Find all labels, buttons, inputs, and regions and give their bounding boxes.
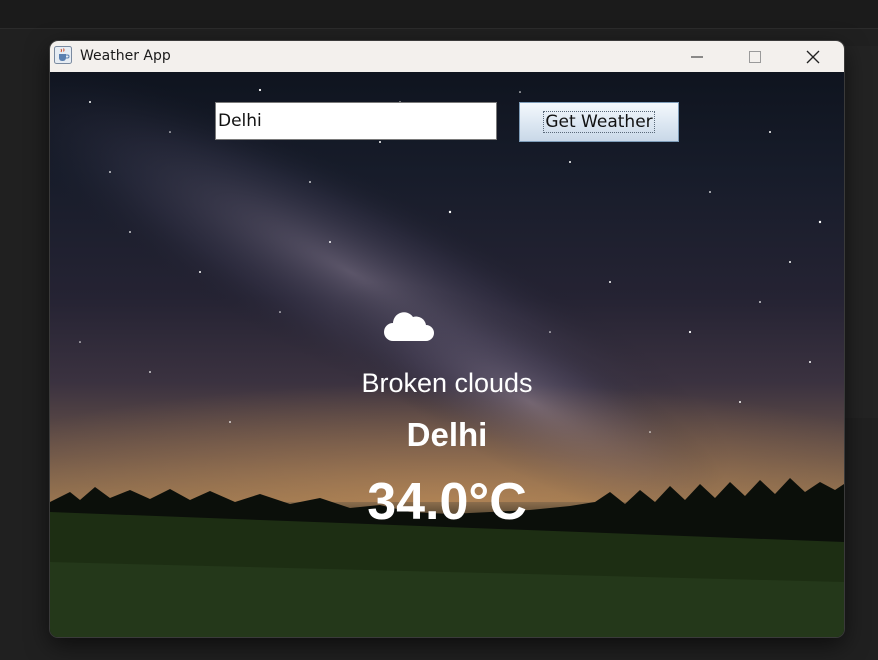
background-window-edge (844, 46, 878, 418)
weather-panel: Get Weather Broken clouds Delhi 34.0°C (50, 72, 844, 637)
cloud-icon (384, 312, 434, 341)
weather-description: Broken clouds (361, 368, 533, 398)
city-name: Delhi (406, 416, 488, 453)
city-search-input[interactable] (215, 102, 497, 140)
maximize-button[interactable] (726, 41, 784, 72)
maximize-icon (749, 50, 761, 63)
title-bar[interactable]: Weather App (50, 41, 844, 72)
close-button[interactable] (784, 41, 842, 72)
get-weather-button-label: Get Weather (543, 111, 655, 133)
background-window-top (0, 0, 878, 29)
minimize-icon (691, 56, 703, 57)
desktop-background: Weather App Delhi Get Weather Broken clo… (0, 0, 878, 660)
window-title: Weather App (80, 48, 171, 64)
temperature: 34.0°C (367, 473, 527, 531)
java-cup-icon (54, 46, 72, 64)
weather-app-window: Weather App Delhi Get Weather Broken clo… (50, 41, 844, 637)
close-icon (806, 50, 820, 63)
minimize-button[interactable] (668, 41, 726, 72)
get-weather-button[interactable]: Get Weather (519, 102, 679, 142)
